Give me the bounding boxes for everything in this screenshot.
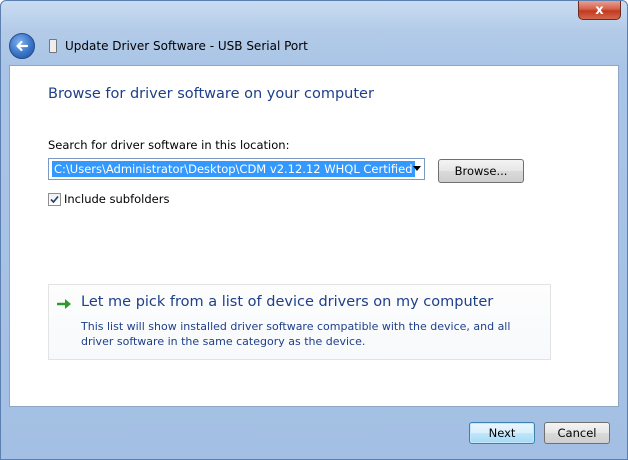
close-icon: x [595, 2, 604, 18]
pick-title[interactable]: Let me pick from a list of device driver… [81, 294, 493, 310]
include-subfolders-checkbox[interactable] [48, 192, 61, 206]
back-button[interactable] [9, 33, 35, 59]
usb-device-icon [49, 39, 57, 53]
search-location-label: Search for driver software in this locat… [48, 138, 290, 152]
window-title: Update Driver Software - USB Serial Port [65, 39, 308, 53]
browse-button[interactable]: Browse... [438, 159, 524, 183]
pick-from-list-link[interactable]: Let me pick from a list of device driver… [48, 284, 551, 360]
close-button[interactable]: x [578, 1, 621, 20]
checkmark-icon [50, 195, 59, 203]
chevron-down-icon[interactable] [413, 166, 421, 171]
include-subfolders-row[interactable]: Include subfolders [48, 192, 169, 206]
dialog-window: x Update Driver Software - USB Serial Po… [0, 0, 628, 460]
next-button-label: Next [488, 426, 516, 440]
titlebar: Update Driver Software - USB Serial Port [9, 31, 609, 61]
cancel-button-label: Cancel [557, 426, 597, 440]
content-panel: Browse for driver software on your compu… [9, 65, 619, 407]
cancel-button[interactable]: Cancel [544, 422, 610, 444]
path-input[interactable]: C:\Users\Administrator\Desktop\CDM v2.12… [52, 161, 415, 177]
path-combobox[interactable]: C:\Users\Administrator\Desktop\CDM v2.12… [48, 158, 425, 180]
page-title: Browse for driver software on your compu… [48, 86, 374, 102]
pick-description: This list will show installed driver sof… [81, 320, 511, 348]
include-subfolders-label[interactable]: Include subfolders [64, 192, 169, 206]
browse-button-label: Browse... [454, 164, 508, 178]
green-arrow-icon [57, 299, 71, 309]
next-button[interactable]: Next [469, 422, 535, 444]
back-arrow-icon [16, 40, 29, 52]
